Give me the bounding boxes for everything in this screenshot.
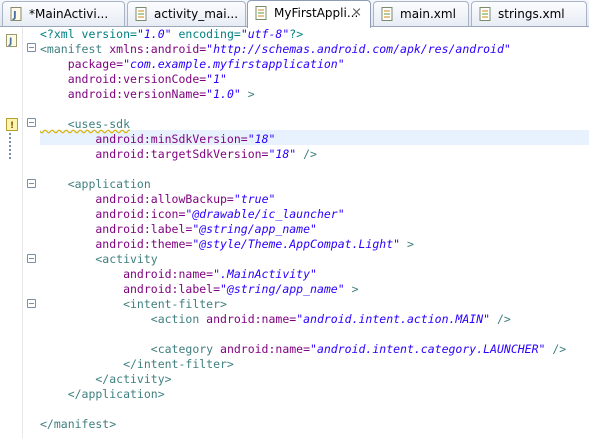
code-line: <?xml version="1.0" encoding="utf-8"?> [40, 27, 304, 41]
xml-file-icon [135, 7, 147, 21]
xml-file-icon [479, 7, 491, 21]
fold-toggle-icon[interactable] [27, 43, 36, 52]
code-line: android:targetSdkVersion="18" /> [40, 147, 317, 161]
code-line: android:theme="@style/Theme.AppCompat.Li… [40, 237, 414, 251]
code-line: </intent-filter> [40, 357, 234, 371]
code-line: android:name=".MainActivity" [40, 267, 317, 281]
code-line: <category android:name="android.intent.c… [40, 342, 567, 356]
code-line: android:allowBackup="true" [40, 192, 276, 206]
tab-label: main.xml [400, 7, 456, 21]
code-line: <activity [40, 252, 158, 266]
code-line: </activity> [40, 372, 172, 386]
fold-toggle-icon[interactable] [27, 254, 36, 263]
code-line: android:label="@string/app_name" > [40, 282, 359, 296]
code-line: android:versionName="1.0" > [40, 87, 255, 101]
code-line: android:minSdkVersion="18" [40, 132, 276, 146]
svg-text:!: ! [10, 121, 14, 131]
tab-main-xml[interactable]: main.xml [373, 1, 469, 26]
tab-label: MyFirstAppli... [274, 6, 359, 20]
tab-main-activity[interactable]: J *MainActivi... [2, 1, 125, 26]
code-line: android:icon="@drawable/ic_launcher" [40, 207, 345, 221]
xml-file-icon [255, 6, 267, 20]
code-line: package="com.example.myfirstapplication" [40, 57, 345, 71]
code-line: android:label="@string/app_name" [40, 222, 317, 236]
code-editor[interactable]: J ! <?xml version="1.0" encoding="utf-8"… [0, 27, 589, 438]
fold-toggle-icon[interactable] [27, 179, 36, 188]
annotation-ruler: J ! [0, 27, 23, 438]
code-line: <intent-filter> [40, 297, 227, 311]
code-line: android:versionCode="1" [40, 72, 227, 86]
tab-strings-xml[interactable]: strings.xml [471, 1, 587, 26]
xml-file-icon [381, 7, 393, 21]
code-line: </application> [40, 387, 165, 401]
close-icon[interactable]: ⨯ [351, 5, 362, 20]
code-line: <action android:name="android.intent.act… [40, 312, 511, 326]
fold-toggle-icon[interactable] [27, 118, 36, 127]
tab-label: strings.xml [498, 7, 565, 21]
tab-label: activity_mai... [154, 7, 239, 21]
java-file-icon: J [6, 34, 17, 47]
tab-manifest[interactable]: MyFirstAppli... ⨯ [247, 0, 371, 28]
code-line: <manifest xmlns:android="http://schemas.… [40, 42, 511, 56]
code-line: <application [40, 177, 151, 191]
tab-label: *MainActivi... [29, 7, 109, 21]
code-line: <uses-sdk [40, 117, 131, 131]
java-file-icon: J [10, 7, 22, 21]
svg-text:J: J [12, 10, 17, 21]
warning-range-marker [9, 133, 14, 159]
svg-text:J: J [8, 37, 12, 47]
editor-tab-bar: J *MainActivi... activity_mai... MyFirst… [0, 0, 589, 28]
code-line: </manifest> [40, 417, 117, 431]
warning-icon[interactable]: ! [6, 118, 18, 131]
tab-activity-main[interactable]: activity_mai... [127, 1, 246, 26]
fold-toggle-icon[interactable] [27, 299, 36, 308]
